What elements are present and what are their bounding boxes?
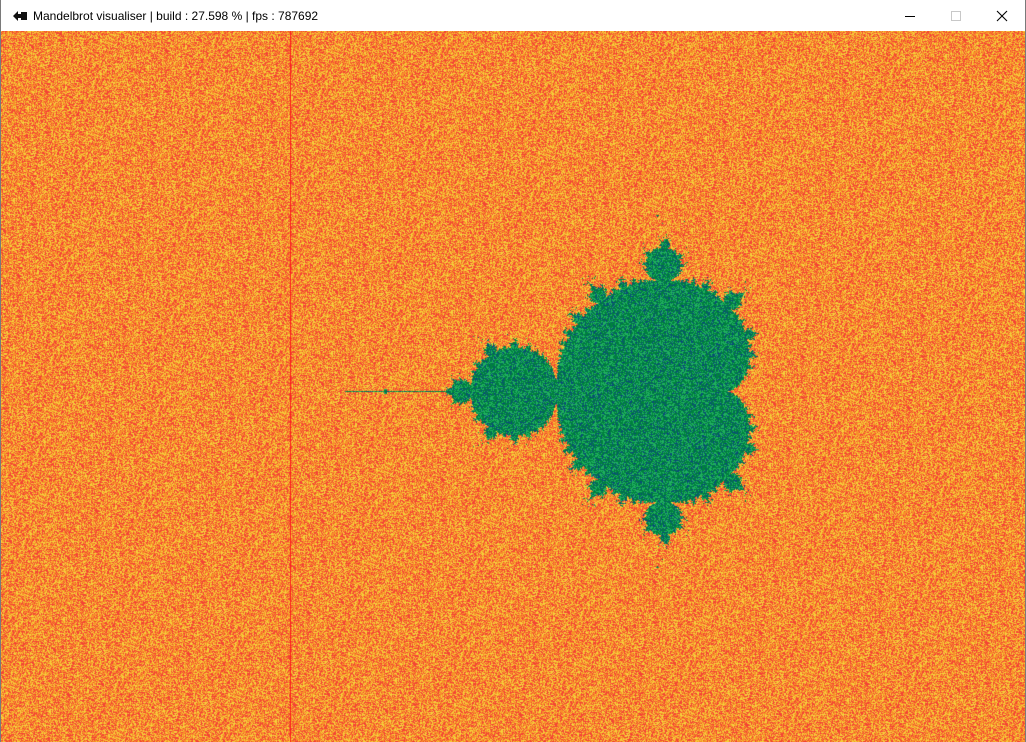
- close-icon: [996, 10, 1008, 21]
- maximize-icon: [951, 10, 961, 21]
- mandelbrot-canvas[interactable]: [1, 31, 1025, 742]
- app-window: Mandelbrot visualiser | build : 27.598 %…: [0, 0, 1026, 742]
- minimize-icon: [905, 15, 915, 17]
- window-title: Mandelbrot visualiser | build : 27.598 %…: [33, 8, 319, 23]
- arrow-icon[interactable]: [12, 8, 28, 24]
- window-controls: [887, 0, 1025, 31]
- minimize-button[interactable]: [887, 0, 933, 31]
- maximize-button[interactable]: [933, 0, 979, 31]
- render-area[interactable]: [1, 31, 1025, 742]
- close-button[interactable]: [979, 0, 1025, 31]
- title-bar[interactable]: Mandelbrot visualiser | build : 27.598 %…: [1, 0, 1025, 31]
